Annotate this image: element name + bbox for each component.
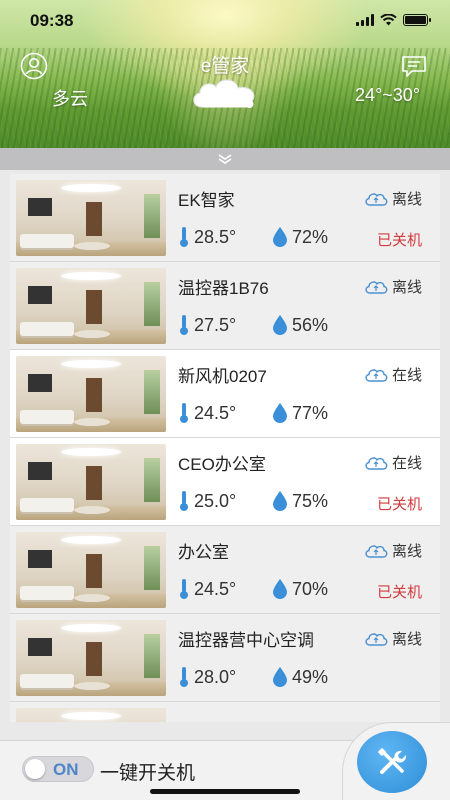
device-name: CEO办公室	[178, 455, 266, 474]
humidity-reading: 77%	[272, 402, 328, 424]
cloud-sync-icon	[365, 632, 388, 646]
temperature-range: 24°~30°	[355, 85, 420, 105]
room-thumbnail	[16, 444, 166, 520]
status-indicators	[356, 14, 431, 26]
humidity-reading: 70%	[272, 578, 328, 600]
room-thumbnail	[16, 532, 166, 608]
device-item[interactable]: 办公室 离线 24.5° 70% 已关机	[10, 526, 440, 614]
device-name: 温控器营中心空调	[178, 631, 314, 650]
humidity-reading: 56%	[272, 314, 328, 336]
device-name: EK智家	[178, 191, 235, 210]
device-list: EK智家 离线 28.5° 72% 已关机 温控器1B76 离线 27.5° 5…	[10, 174, 440, 722]
droplet-icon	[273, 491, 287, 511]
status-time: 09:38	[30, 11, 74, 30]
room-thumbnail	[16, 356, 166, 432]
connection-status: 在线	[364, 364, 422, 385]
humidity-value: 56%	[292, 314, 329, 335]
connection-status: 离线	[364, 276, 422, 297]
thermometer-icon	[180, 227, 188, 247]
thermometer-icon	[180, 579, 188, 599]
cloud-sync-icon	[365, 368, 388, 382]
temperature-reading: 25.0°	[178, 490, 236, 512]
temperature-value: 24.5°	[194, 578, 237, 599]
weather-condition: 多云	[52, 89, 88, 109]
power-all-label: 一键开关机	[100, 763, 196, 784]
status-bar: 09:38	[0, 0, 450, 44]
signal-icon	[356, 14, 374, 26]
cloud-sync-icon	[365, 192, 388, 206]
thermometer-icon	[180, 667, 188, 687]
humidity-value: 75%	[292, 490, 329, 511]
humidity-reading: 72%	[272, 226, 328, 248]
thermometer-icon	[180, 315, 188, 335]
connection-label: 离线	[391, 191, 422, 208]
connection-label: 在线	[391, 455, 422, 472]
droplet-icon	[273, 579, 287, 599]
collapse-toggle[interactable]	[0, 148, 450, 170]
humidity-reading: 49%	[272, 666, 328, 688]
battery-icon	[403, 14, 431, 26]
humidity-reading: 75%	[272, 490, 328, 512]
chevron-down-icon	[218, 154, 232, 164]
power-status: 已关机	[376, 584, 422, 601]
device-name: 温控器1B76	[178, 279, 269, 298]
droplet-icon	[273, 315, 287, 335]
temperature-reading: 24.5°	[178, 578, 236, 600]
device-item[interactable]: EK智家 离线 28.5° 72% 已关机	[10, 174, 440, 262]
temperature-value: 24.5°	[194, 402, 237, 423]
temperature-reading: 28.0°	[178, 666, 236, 688]
wifi-icon	[380, 14, 397, 26]
connection-label: 离线	[391, 631, 422, 648]
weather-header: 09:38 e管家 多云 24°~30°	[0, 0, 450, 148]
humidity-value: 77%	[292, 402, 329, 423]
power-status: 已关机	[376, 232, 422, 249]
cloud-sync-icon	[365, 456, 388, 470]
temperature-reading: 28.5°	[178, 226, 236, 248]
toggle-label: ON	[53, 760, 79, 779]
temperature-value: 28.0°	[194, 666, 237, 687]
connection-status: 离线	[364, 628, 422, 649]
humidity-value: 70%	[292, 578, 329, 599]
tools-button[interactable]	[357, 731, 427, 793]
connection-status: 在线	[364, 452, 422, 473]
humidity-value: 72%	[292, 226, 329, 247]
droplet-icon	[273, 667, 287, 687]
temperature-value: 28.5°	[194, 226, 237, 247]
thermometer-icon	[180, 491, 188, 511]
room-thumbnail	[16, 620, 166, 696]
device-item[interactable]: 温控器1B76 离线 27.5° 56%	[10, 262, 440, 350]
device-name: 办公室	[178, 543, 229, 562]
droplet-icon	[273, 403, 287, 423]
temperature-value: 25.0°	[194, 490, 237, 511]
device-item[interactable]	[10, 702, 440, 722]
temperature-reading: 24.5°	[178, 402, 236, 424]
message-icon[interactable]	[400, 52, 428, 80]
humidity-value: 49%	[292, 666, 329, 687]
device-item[interactable]: CEO办公室 在线 25.0° 75% 已关机	[10, 438, 440, 526]
connection-status: 离线	[364, 188, 422, 209]
droplet-icon	[273, 227, 287, 247]
tools-icon	[378, 748, 407, 774]
power-status: 已关机	[376, 496, 422, 513]
room-thumbnail	[16, 708, 166, 722]
connection-label: 在线	[391, 367, 422, 384]
device-item[interactable]: 温控器营中心空调 离线 28.0° 49%	[10, 614, 440, 702]
connection-status: 离线	[364, 540, 422, 561]
temperature-reading: 27.5°	[178, 314, 236, 336]
toggle-knob[interactable]	[25, 759, 45, 779]
connection-label: 离线	[391, 279, 422, 296]
temperature-value: 27.5°	[194, 314, 237, 335]
cloud-sync-icon	[365, 544, 388, 558]
connection-label: 离线	[391, 543, 422, 560]
cloud-icon	[193, 79, 255, 108]
power-all-toggle[interactable]: ON	[22, 756, 94, 782]
thermometer-icon	[180, 403, 188, 423]
cloud-sync-icon	[365, 280, 388, 294]
device-name: 新风机0207	[178, 367, 267, 386]
home-indicator	[150, 789, 300, 794]
room-thumbnail	[16, 180, 166, 256]
room-thumbnail	[16, 268, 166, 344]
device-item[interactable]: 新风机0207 在线 24.5° 77%	[10, 350, 440, 438]
